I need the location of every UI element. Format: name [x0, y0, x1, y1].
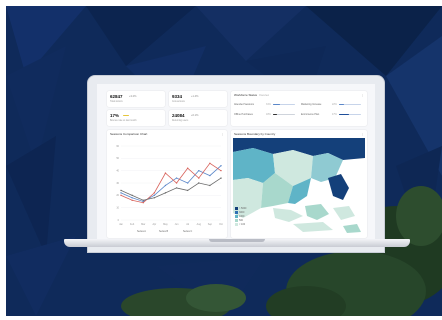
- y-tick-label: 0: [118, 219, 120, 222]
- map-legend-label: 500: [239, 218, 243, 222]
- map-legend: > 5000 3000 1000 500 < 100: [235, 206, 246, 226]
- data-point: [120, 194, 122, 197]
- data-point: [131, 194, 133, 197]
- data-point: [209, 174, 211, 177]
- more-icon[interactable]: ⋮: [361, 93, 364, 97]
- x-tick-label: Mar: [141, 223, 145, 226]
- y-tick-label: 20: [116, 194, 119, 197]
- data-point: [120, 192, 122, 194]
- kpi-sub: Bounce rate vs last month: [110, 120, 137, 122]
- kpi-change: +3.2%: [129, 95, 137, 98]
- metric-label: Ecommerce Plan: [301, 113, 320, 116]
- y-tick-label: 60: [116, 145, 119, 148]
- x-tick-label: Jun: [175, 223, 180, 226]
- data-point: [209, 162, 211, 164]
- metrics-title: Workforce Status: [234, 93, 257, 97]
- legend-item: Series A: [137, 230, 146, 233]
- data-point: [175, 187, 178, 189]
- metric-bar-fill: [273, 114, 277, 116]
- kpi-sub: Total visitors: [110, 101, 123, 103]
- laptop-lid: 62847 +3.2% Total visitors 9334 +1.4% Co…: [88, 76, 384, 252]
- map-legend-label: 1000: [239, 214, 245, 218]
- metric-bar-fill: [339, 114, 349, 116]
- map-legend-label: 3000: [239, 210, 245, 214]
- metric-label: Marketing Increase: [301, 103, 322, 106]
- data-point: [175, 182, 178, 184]
- data-point: [164, 172, 167, 174]
- metric-bar-fill: [273, 104, 280, 106]
- x-tick-label: Jan: [119, 223, 124, 226]
- y-tick-label: 30: [116, 182, 119, 185]
- data-point: [198, 182, 200, 184]
- metric-value: 31%: [266, 103, 271, 106]
- metric-label: Attended Sessions: [234, 103, 254, 106]
- kpi-value: 62847: [110, 94, 123, 99]
- x-tick-label: May: [163, 223, 168, 226]
- choropleth-map[interactable]: [233, 138, 365, 236]
- data-point: [164, 184, 167, 187]
- data-point: [131, 197, 133, 199]
- data-point: [220, 177, 222, 179]
- legend-item: Series C: [183, 230, 193, 233]
- data-point: [131, 199, 133, 201]
- y-tick-label: 40: [116, 169, 119, 172]
- x-tick-label: Feb: [130, 223, 135, 226]
- data-point: [153, 192, 156, 194]
- kpi-sub: Conversions: [172, 101, 185, 103]
- metric-value: 47%: [332, 113, 337, 116]
- kpi-card-visitors[interactable]: 62847 +3.2% Total visitors: [107, 91, 165, 107]
- data-point: [186, 182, 189, 184]
- kpi-value: 24084: [172, 113, 185, 118]
- x-tick-label: Apr: [152, 223, 156, 226]
- kpi-sub: Returning users: [172, 120, 189, 122]
- metric-value: 22%: [332, 103, 337, 106]
- kpi-card-returning[interactable]: 24084 +6.1% Returning users: [169, 110, 227, 126]
- kpi-change: +1.4%: [191, 95, 199, 98]
- data-point: [164, 192, 167, 194]
- workforce-status-card: Workforce Status Overview ⋮ Attended Ses…: [231, 91, 367, 126]
- metric-value: 18%: [266, 113, 271, 116]
- metric-label: Offline Purchases: [234, 113, 253, 116]
- kpi-mini-bar: [123, 115, 129, 117]
- data-point: [220, 169, 222, 172]
- data-point: [198, 169, 200, 172]
- legend-item: Series B: [159, 230, 169, 233]
- map-legend-label: > 5000: [239, 206, 247, 210]
- data-point: [142, 199, 144, 201]
- data-point: [209, 184, 211, 187]
- more-icon[interactable]: ⋮: [361, 132, 364, 136]
- kpi-card-bounce[interactable]: 17% Bounce rate vs last month: [107, 110, 165, 126]
- kpi-change: +6.1%: [191, 114, 199, 117]
- kpi-value: 17%: [110, 113, 120, 118]
- x-tick-label: Oct: [219, 223, 223, 226]
- data-point: [186, 189, 189, 192]
- data-point: [153, 194, 156, 197]
- x-tick-label: Sep: [208, 223, 213, 226]
- data-point: [120, 189, 122, 192]
- data-point: [175, 177, 178, 179]
- data-point: [198, 177, 200, 179]
- metrics-tag: Overview: [259, 93, 269, 97]
- x-tick-label: Jul: [186, 223, 190, 226]
- data-point: [142, 202, 144, 204]
- kpi-card-conversions[interactable]: 9334 +1.4% Conversions: [169, 91, 227, 107]
- y-tick-label: 10: [116, 206, 119, 209]
- sessions-map-card: Sessions Boundary by Country ⋮ > 5000 30…: [231, 130, 367, 238]
- line-chart: 0 10 20 30 40 50 60 Jan Feb Mar Apr May Jun Jul Aug Sep…: [116, 145, 223, 226]
- data-point: [220, 165, 222, 167]
- map-title: Sessions Boundary by Country: [234, 132, 276, 136]
- x-tick-label: Aug: [197, 223, 202, 226]
- kpi-value: 9334: [172, 94, 183, 99]
- map-legend-label: < 100: [239, 222, 246, 226]
- laptop-notch: [209, 239, 265, 242]
- laptop-screen: 62847 +3.2% Total visitors 9334 +1.4% Co…: [97, 84, 375, 244]
- data-point: [153, 197, 156, 199]
- data-point: [186, 167, 189, 169]
- metric-bar-fill: [339, 104, 344, 106]
- y-tick-label: 50: [116, 157, 119, 160]
- screenshot-frame: 62847 +3.2% Total visitors 9334 +1.4% Co…: [6, 6, 442, 316]
- series-line-1: [120, 165, 222, 202]
- sessions-line-chart-card: Sessions Comparison Chart ⋮ 0 10 20 30 40 50 6…: [107, 130, 227, 238]
